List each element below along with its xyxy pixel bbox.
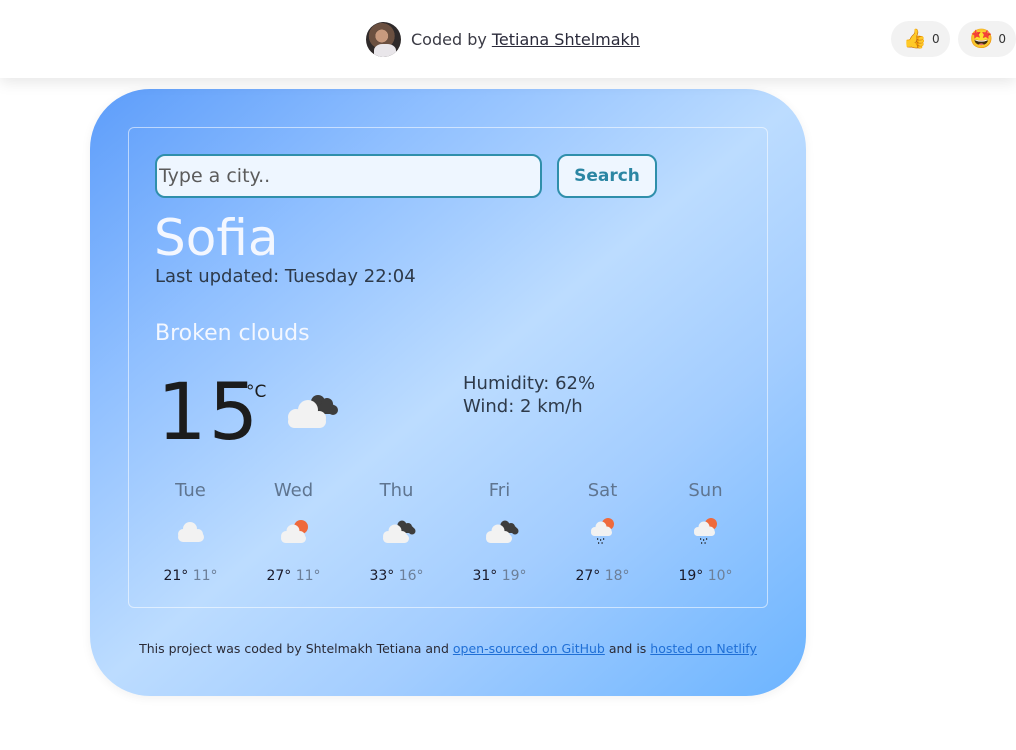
forecast-min: 16°: [398, 568, 424, 584]
author-avatar: [366, 21, 401, 57]
forecast-min: 18°: [604, 568, 630, 584]
footer-text: and is: [604, 641, 651, 656]
like-reaction-button[interactable]: 👍 0: [891, 21, 950, 57]
forecast-day: Sat 27° 18°: [551, 480, 654, 584]
footer: This project was coded by Shtelmakh Teti…: [90, 641, 806, 656]
thumbs-up-icon: 👍: [903, 27, 928, 50]
github-link[interactable]: open-sourced on GitHub: [453, 641, 605, 656]
city-search-input[interactable]: [155, 154, 542, 198]
forecast-max: 27°: [266, 568, 292, 584]
star-struck-count: 0: [998, 32, 1006, 46]
forecast-min: 10°: [707, 568, 733, 584]
search-button[interactable]: Search: [557, 154, 657, 198]
netlify-link[interactable]: hosted on Netlify: [650, 641, 757, 656]
humidity: Humidity: 62%: [463, 373, 596, 394]
forecast-day: Fri 31° 19°: [448, 480, 551, 584]
temperature-unit: °C: [246, 382, 267, 402]
forecast-min: 11°: [192, 568, 218, 584]
credit-prefix: Coded by: [411, 29, 487, 49]
forecast-max: 21°: [163, 568, 189, 584]
forecast-day: Wed 27° 11°: [242, 480, 345, 584]
forecast-day: Thu 33° 16°: [345, 480, 448, 584]
weather-details: Humidity: 62% Wind: 2 km/h: [463, 372, 595, 418]
broken-clouds-icon: [288, 395, 338, 428]
forecast-day-name: Thu: [379, 480, 414, 501]
city-name: Sofia: [154, 209, 279, 267]
weather-description: Broken clouds: [155, 321, 310, 346]
forecast: Tue 21° 11° Wed 27° 11° Thu 33° 16° Fri …: [139, 480, 757, 584]
forecast-max: 19°: [678, 568, 704, 584]
last-updated: Last updated: Tuesday 22:04: [155, 266, 416, 287]
author-link[interactable]: Tetiana Shtelmakh: [492, 30, 640, 49]
forecast-day-name: Sun: [688, 480, 723, 501]
weather-panel: Search Sofia Last updated: Tuesday 22:04…: [128, 127, 768, 608]
author-credit: Coded by Tetiana Shtelmakh: [366, 21, 640, 57]
footer-text: This project was coded by Shtelmakh Teti…: [139, 641, 453, 656]
forecast-day-name: Tue: [175, 480, 206, 501]
forecast-day: Sun 19° 10°: [654, 480, 757, 584]
reactions: 👍 0 🤩 0: [891, 21, 1016, 57]
partly-cloudy-icon: [280, 520, 308, 543]
top-bar: Coded by Tetiana Shtelmakh 👍 0 🤩 0: [0, 0, 1016, 78]
forecast-day-name: Fri: [488, 480, 511, 501]
star-struck-icon: 🤩: [969, 27, 994, 50]
cloud-icon: [177, 522, 204, 542]
broken-clouds-icon: [382, 520, 415, 543]
rain-sun-icon: [590, 518, 614, 544]
forecast-min: 11°: [295, 568, 321, 584]
forecast-day-name: Sat: [587, 480, 618, 501]
forecast-max: 33°: [369, 568, 395, 584]
like-count: 0: [932, 32, 940, 46]
forecast-day-name: Wed: [273, 480, 314, 501]
forecast-max: 27°: [575, 568, 601, 584]
forecast-day: Tue 21° 11°: [139, 480, 242, 584]
star-struck-reaction-button[interactable]: 🤩 0: [957, 21, 1016, 57]
weather-card: Search Sofia Last updated: Tuesday 22:04…: [90, 89, 806, 696]
current-temperature: 15: [157, 368, 261, 458]
forecast-max: 31°: [472, 568, 498, 584]
broken-clouds-icon: [485, 520, 518, 543]
wind-speed: Wind: 2 km/h: [463, 396, 583, 417]
forecast-min: 19°: [501, 568, 527, 584]
rain-sun-icon: [693, 518, 717, 544]
